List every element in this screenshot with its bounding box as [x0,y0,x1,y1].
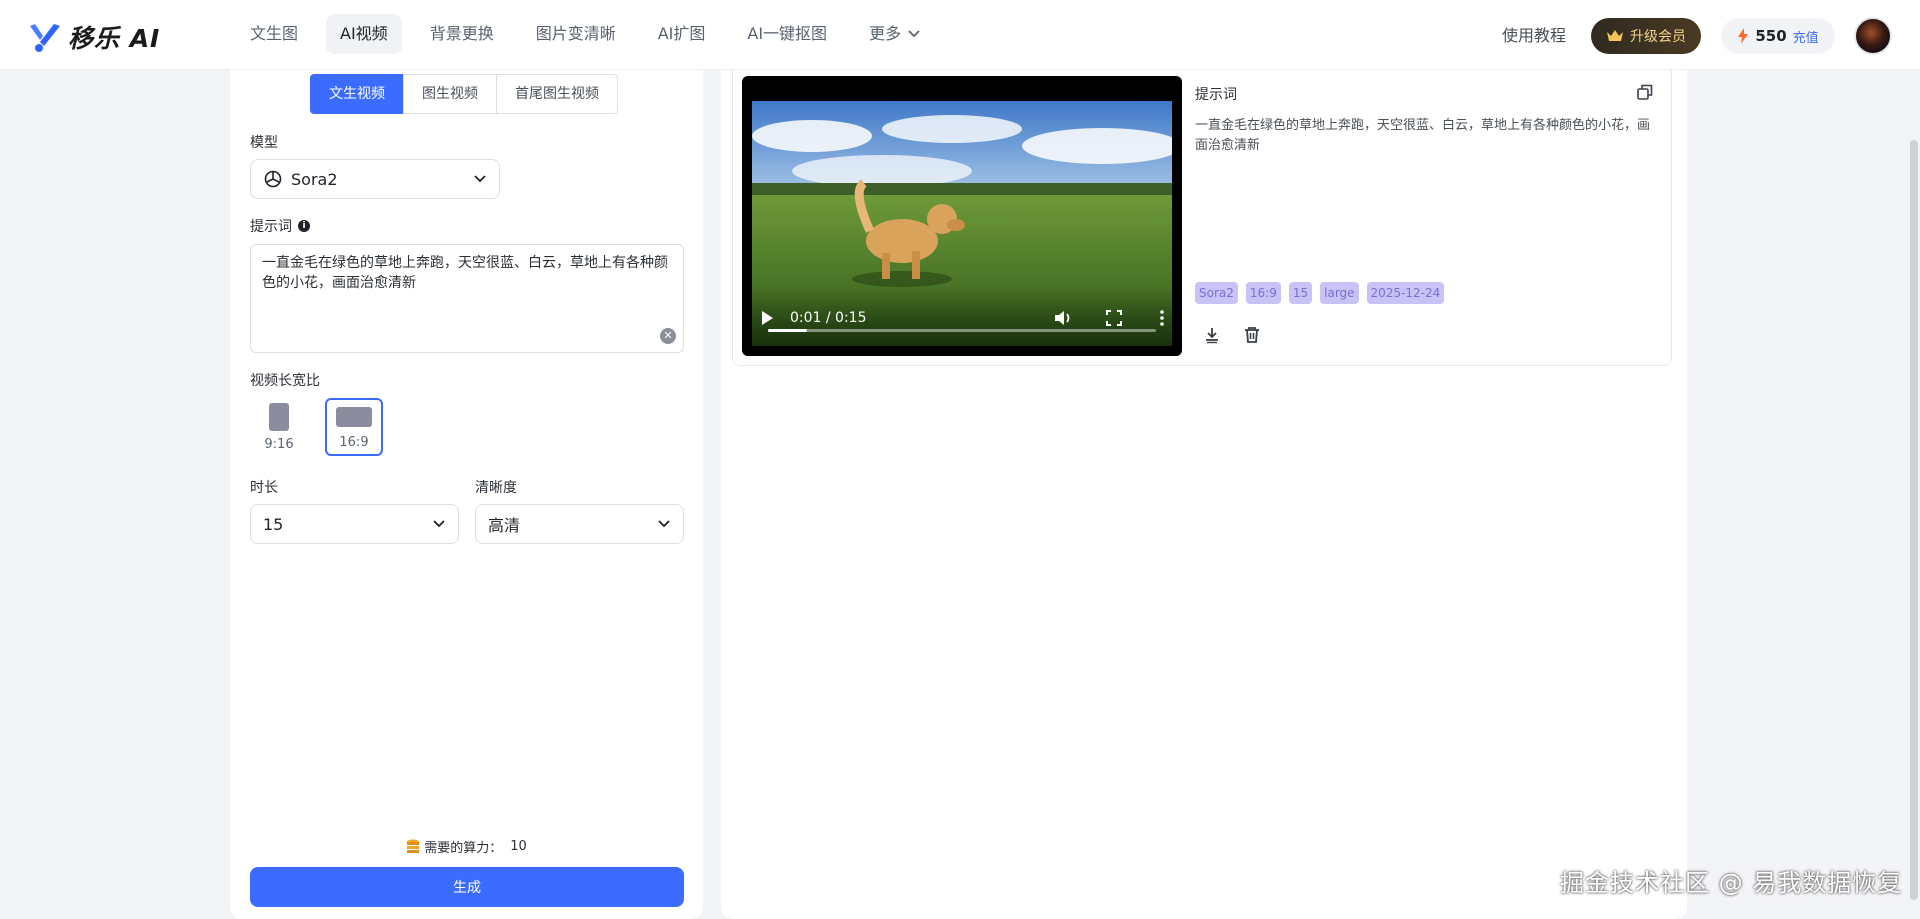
prompt-textarea[interactable]: 一直金毛在绿色的草地上奔跑，天空很蓝、白云，草地上有各种颜色的小花，画面治愈清新… [250,244,684,353]
tag-size: large [1320,282,1359,304]
chevron-down-icon [474,175,486,183]
more-options-icon[interactable] [1160,310,1164,326]
fullscreen-icon[interactable] [1106,310,1122,326]
points-balance[interactable]: 550 充值 [1721,18,1835,54]
points-value: 550 [1755,27,1787,45]
model-label-text: 模型 [250,135,278,151]
chevron-down-icon [658,520,670,528]
quality-select-value: 高清 [488,516,521,535]
volume-icon[interactable] [1054,310,1072,326]
compute-cost: 需要的算力： 10 [230,837,703,856]
duration-label: 时长 [250,477,278,497]
upgrade-vip-button[interactable]: 升级会员 [1591,18,1701,54]
compute-cost-label: 需要的算力： [424,841,503,856]
tab-text-to-video[interactable]: 文生视频 [310,74,404,114]
tab-image-to-video[interactable]: 图生视频 [403,74,497,114]
result-prompt-text: 一直金毛在绿色的草地上奔跑，天空很蓝、白云，草地上有各种颜色的小花，画面治愈清新 [1195,118,1651,153]
prompt-text: 一直金毛在绿色的草地上奔跑，天空很蓝、白云，草地上有各种颜色的小花，画面治愈清新 [262,255,668,291]
quality-select[interactable]: 高清 [475,504,684,544]
result-prompt-title: 提示词 [1195,87,1237,103]
info-icon[interactable]: i [298,220,310,232]
result-tags: Sora2 16:9 15 large 2025-12-24 [1195,282,1445,304]
delete-icon[interactable] [1243,326,1261,344]
compute-cost-value: 10 [510,839,527,854]
play-icon[interactable] [760,310,774,326]
video-control-row: 0:01 / 0:15 [760,308,1164,328]
duration-label-text: 时长 [250,480,278,496]
landscape-ratio-icon [336,407,372,427]
copy-icon[interactable] [1637,84,1653,100]
mode-tabs: 文生视频 图生视频 首尾图生视频 [310,74,618,114]
download-icon[interactable] [1203,326,1221,344]
ratio-label: 视频长宽比 [250,370,320,390]
recharge-link[interactable]: 充值 [1793,27,1819,46]
duration-select[interactable]: 15 [250,504,459,544]
ratio-option-9-16[interactable]: 9:16 [250,398,308,456]
generate-button[interactable]: 生成 [250,867,684,907]
tag-date: 2025-12-24 [1366,282,1445,304]
page-scrollbar[interactable] [1910,140,1918,900]
generation-settings-panel: 文生视频 图生视频 首尾图生视频 模型 Sora2 提示词 i 一直金毛在绿色的… [230,70,703,919]
crown-icon [1607,30,1623,41]
model-select-value: Sora2 [291,169,338,189]
portrait-ratio-icon [269,403,289,431]
tag-model: Sora2 [1195,282,1238,304]
clear-icon[interactable]: ✕ [660,328,676,344]
quality-label: 清晰度 [475,477,517,497]
video-progress-bar[interactable] [768,329,1156,332]
header-tools: 使用教程 升级会员 550 充值 [0,16,1920,56]
ratio-option-16-9[interactable]: 16:9 [325,398,383,456]
model-select[interactable]: Sora2 [250,159,500,199]
tutorial-link[interactable]: 使用教程 [1502,16,1566,56]
coin-stack-icon [407,839,420,853]
video-progress-fill [768,329,807,332]
tag-ratio: 16:9 [1245,282,1281,304]
results-panel: 0:01 / 0:15 提示词 一直金毛在绿色的草地上奔跑，天空很蓝、白云，草地… [721,70,1687,919]
upgrade-vip-label: 升级会员 [1630,29,1686,45]
video-controls: 0:01 / 0:15 [742,286,1182,356]
user-avatar[interactable] [1854,17,1892,55]
duration-select-value: 15 [263,514,284,534]
prompt-label-text: 提示词 [250,219,292,235]
ratio-option-label: 16:9 [339,435,369,450]
model-label: 模型 [250,132,278,152]
tab-first-last-frame-video[interactable]: 首尾图生视频 [496,74,618,114]
video-player[interactable]: 0:01 / 0:15 [742,76,1182,356]
top-navigation-bar: 移乐 AI 文生图 AI视频 背景更换 图片变清晰 AI扩图 AI一键抠图 更多… [0,0,1920,70]
video-result-card: 0:01 / 0:15 提示词 一直金毛在绿色的草地上奔跑，天空很蓝、白云，草地… [732,70,1672,366]
ratio-label-text: 视频长宽比 [250,373,320,389]
result-actions [1203,326,1261,344]
watermark-text: 掘金技术社区 @ 易我数据恢复 [1560,869,1903,897]
tag-duration: 15 [1288,282,1313,304]
openai-icon [264,170,282,188]
prompt-label: 提示词 i [250,216,310,236]
quality-label-text: 清晰度 [475,480,517,496]
video-time: 0:01 / 0:15 [790,310,867,326]
ratio-option-label: 9:16 [264,437,294,452]
lightning-icon [1738,28,1749,44]
chevron-down-icon [433,520,445,528]
